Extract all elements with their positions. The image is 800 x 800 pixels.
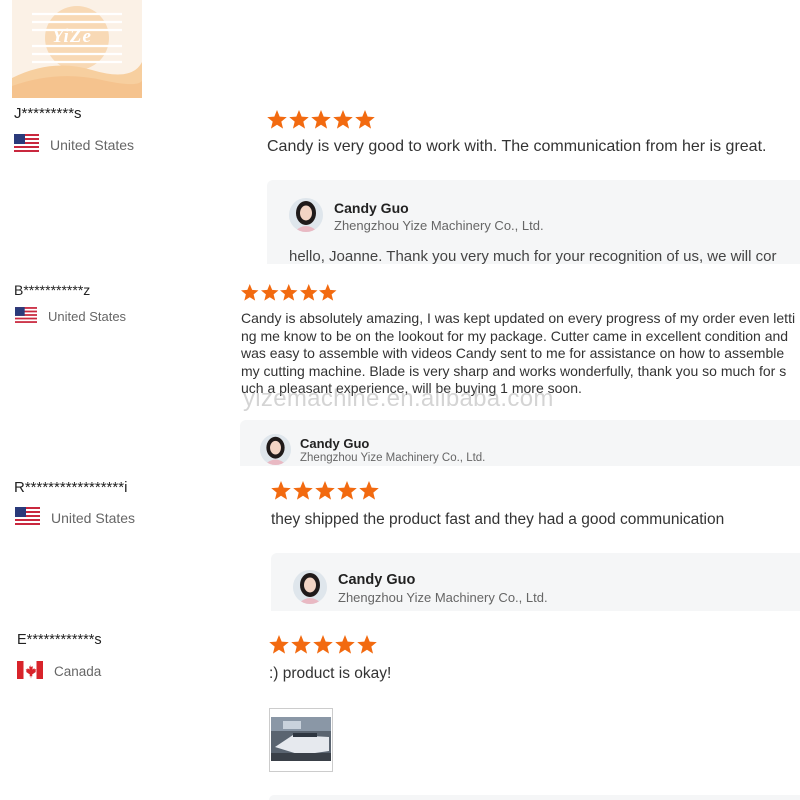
star-icon (280, 284, 298, 301)
seller-company: Zhengzhou Yize Machinery Co., Ltd. (300, 452, 486, 464)
star-icon (313, 635, 333, 654)
star-icon (337, 481, 357, 500)
reviewer-name: J*********s (14, 105, 82, 122)
star-icon (269, 635, 289, 654)
country-label: United States (51, 509, 136, 526)
seller-avatar (260, 434, 291, 465)
seller-name: Candy Guo (300, 436, 370, 451)
star-icon (267, 110, 287, 129)
review-card: B***********z United States Candy is abs… (0, 270, 800, 470)
star-icon (289, 110, 309, 129)
review-card: R*****************i United States they s… (0, 470, 800, 615)
review-text-line: my cutting machine. Blade is very sharp … (241, 362, 787, 379)
review-card: J*********s United States Candy is very … (0, 0, 800, 270)
seller-avatar (293, 570, 327, 604)
reviewer-name: R*****************i (14, 479, 128, 496)
star-icon (311, 110, 331, 129)
star-icon (315, 481, 335, 500)
review-text: they shipped the product fast and they h… (271, 511, 725, 528)
review-card: E************s Canada :) product is okay… (0, 615, 800, 800)
star-rating (266, 110, 376, 129)
review-photo-thumbnail[interactable] (269, 708, 333, 772)
review-text-line: was easy to assemble with videos Candy s… (241, 345, 785, 362)
review-text: Candy is very good to work with. The com… (267, 138, 767, 155)
star-icon (357, 635, 377, 654)
star-icon (293, 481, 313, 500)
star-icon (299, 284, 317, 301)
machine-photo-icon (271, 717, 331, 761)
seller-name: Candy Guo (334, 200, 409, 216)
review-text-line: ng me know to be on the lookout for my p… (241, 327, 789, 344)
canada-flag-icon (17, 661, 43, 682)
star-icon (271, 481, 291, 500)
reviewer-country: United States (14, 134, 134, 155)
star-rating (268, 635, 378, 654)
seller-name: Candy Guo (338, 572, 416, 588)
star-icon (359, 481, 379, 500)
us-flag-icon (14, 134, 39, 155)
star-icon (335, 635, 355, 654)
seller-reply: Candy Guo Zhengzhou Yize Machinery Co., … (271, 553, 800, 611)
star-icon (260, 284, 278, 301)
review-text-line: uch a pleasant experience, will be buyin… (241, 380, 582, 397)
seller-reply (269, 795, 800, 800)
review-text: Candy is absolutely amazing, I was kept … (241, 310, 795, 398)
seller-company: Zhengzhou Yize Machinery Co., Ltd. (334, 218, 544, 233)
reply-text: hello, Joanne. Thank you very much for y… (289, 248, 777, 264)
star-icon (241, 284, 259, 301)
star-icon (333, 110, 353, 129)
seller-reply: Candy Guo Zhengzhou Yize Machinery Co., … (240, 420, 800, 466)
star-icon (291, 635, 311, 654)
us-flag-icon (15, 307, 37, 326)
country-label: United States (50, 136, 135, 153)
star-icon (319, 284, 337, 301)
seller-avatar (289, 198, 323, 232)
reviewer-country: United States (15, 507, 135, 528)
reviewer-name: E************s (17, 632, 102, 648)
seller-company: Zhengzhou Yize Machinery Co., Ltd. (338, 590, 548, 605)
reviewer-country: Canada (17, 661, 101, 682)
reviewer-country: United States (15, 307, 126, 326)
review-text: :) product is okay! (269, 665, 392, 682)
us-flag-icon (15, 507, 40, 528)
review-text-line: Candy is absolutely amazing, I was kept … (241, 310, 796, 326)
star-rating (240, 284, 338, 301)
seller-reply: Candy Guo Zhengzhou Yize Machinery Co., … (267, 180, 800, 264)
country-label: Canada (54, 664, 102, 679)
star-icon (355, 110, 375, 129)
reviewer-name: B***********z (14, 282, 91, 298)
star-rating (270, 481, 380, 500)
country-label: United States (48, 309, 127, 324)
